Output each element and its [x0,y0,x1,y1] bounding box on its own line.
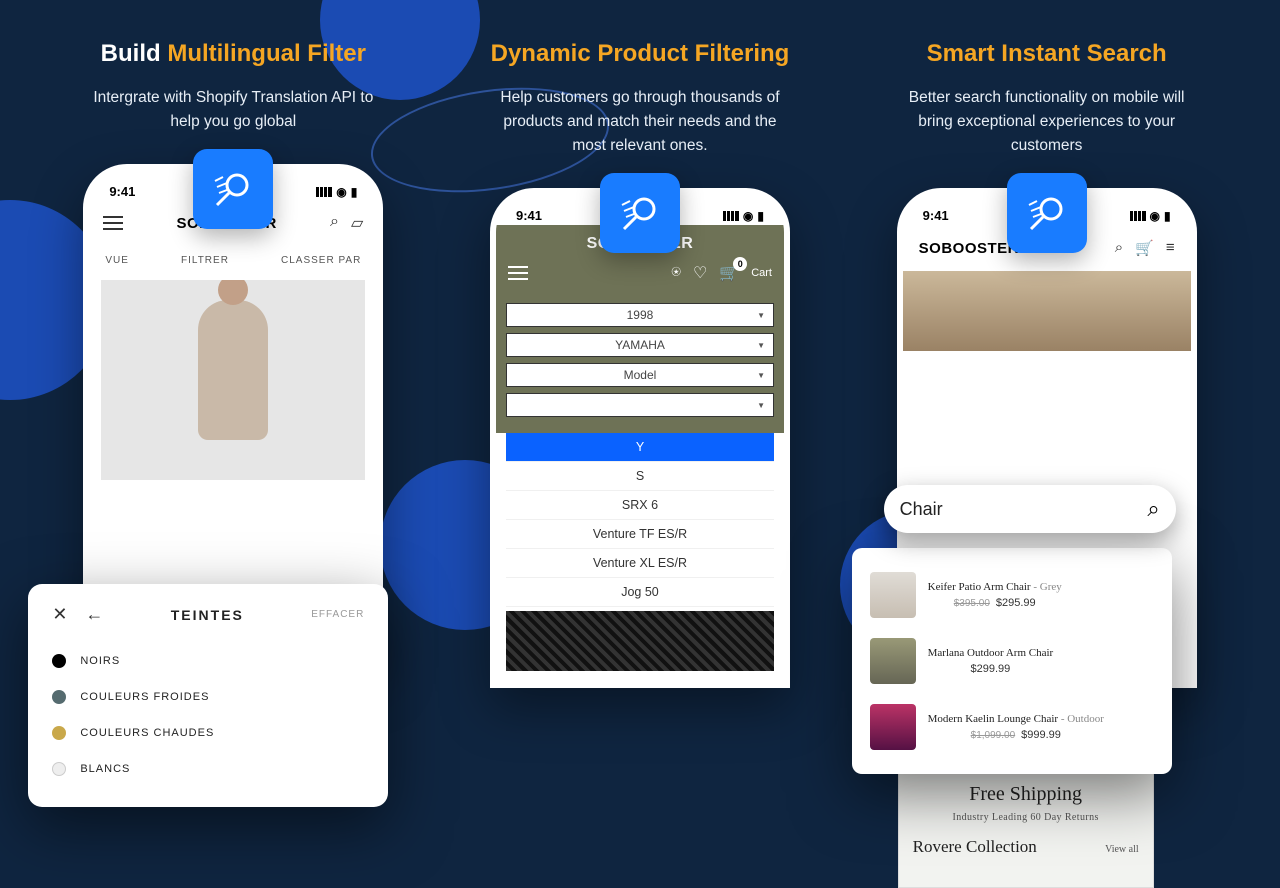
swatch-option[interactable]: NOIRS [52,643,364,679]
promo-banner: Free Shipping Industry Leading 60 Day Re… [898,770,1154,888]
bag-icon[interactable]: ▱ [351,213,363,233]
dropdown-item[interactable]: S [506,462,774,491]
dropdown-item[interactable]: Y [506,433,774,462]
dropdown-item[interactable]: SRX 6 [506,491,774,520]
result-item[interactable]: Marlana Outdoor Arm Chair $299.99 [870,628,1154,694]
search-input[interactable] [900,499,1148,520]
swatch-option[interactable]: COULEURS FROIDES [52,679,364,715]
user-icon[interactable]: ⍟ [671,264,681,282]
feature-title: Dynamic Product Filtering [455,40,825,68]
signal-icon [316,187,332,197]
search-icon[interactable]: ⌕ [1147,496,1159,522]
signal-icon [723,211,739,221]
dropdown-item[interactable]: Venture TF ES/R [506,520,774,549]
battery-icon: ▮ [1164,209,1171,223]
cart-icon[interactable]: 🛒0 [719,263,739,283]
battery-icon: ▮ [757,209,764,223]
wifi-icon: ◉ [1150,209,1160,223]
swatch-option[interactable]: COULEURS CHAUDES [52,715,364,751]
select-make[interactable]: YAMAHA [506,333,774,357]
feature-instant-search: Smart Instant Search Better search funct… [862,40,1232,688]
feature-title: Build Multilingual Filter [48,40,418,68]
select-year[interactable]: 1998 [506,303,774,327]
feature-desc: Intergrate with Shopify Translation API … [78,86,388,134]
app-badge-icon [193,149,273,229]
menu-icon[interactable]: ≡ [1166,239,1175,257]
filter-panel: ✕ ← TEINTES EFFACER NOIRS COULEURS FROID… [28,584,388,807]
result-thumb [870,704,916,750]
select-model[interactable]: Model [506,363,774,387]
feature-multilingual: Build Multilingual Filter Intergrate wit… [48,40,418,688]
tab-filter[interactable]: FILTRER [181,255,229,266]
wifi-icon: ◉ [743,209,753,223]
battery-icon: ▮ [351,185,358,199]
result-item[interactable]: Modern Kaelin Lounge Chair - Outdoor $1,… [870,694,1154,760]
result-thumb [870,638,916,684]
search-icon[interactable]: ⌕ [1115,239,1123,257]
dropdown-item[interactable]: Jog 50 [506,578,774,607]
filter-tabs: VUE FILTRER CLASSER PAR [89,245,377,280]
wifi-icon: ◉ [336,185,346,199]
menu-icon[interactable] [103,222,123,224]
phone-mockup: 9:41 ◉▮ SOBOOSTER ⍟ ♡ 🛒0 Cart [490,188,790,688]
product-image [101,280,365,480]
clear-button[interactable]: EFFACER [311,609,364,620]
collection-title: Rovere Collection [913,837,1037,857]
feature-desc: Help customers go through thousands of p… [485,86,795,158]
result-item[interactable]: Keifer Patio Arm Chair - Grey $395.00$29… [870,562,1154,628]
select-search-input[interactable] [506,393,774,417]
app-badge-icon [600,173,680,253]
app-badge-icon [1007,173,1087,253]
dropdown-list: Y S SRX 6 Venture TF ES/R Venture XL ES/… [506,433,774,607]
swatch-option[interactable]: BLANCS [52,751,364,787]
view-all-link[interactable]: View all [1105,844,1139,855]
tab-view[interactable]: VUE [105,255,129,266]
panel-title: TEINTES [121,607,293,623]
dropdown-item[interactable]: Venture XL ES/R [506,549,774,578]
heart-icon[interactable]: ♡ [693,263,707,283]
feature-title: Smart Instant Search [862,40,1232,68]
back-icon[interactable]: ← [85,604,103,625]
product-image [506,611,774,671]
search-bar[interactable]: ⌕ [884,485,1176,533]
result-thumb [870,572,916,618]
filter-selects: 1998 YAMAHA Model [496,293,784,433]
search-results: Keifer Patio Arm Chair - Grey $395.00$29… [852,548,1172,774]
cart-icon[interactable]: 🛒 [1135,239,1154,257]
feature-dynamic-filter: Dynamic Product Filtering Help customers… [455,40,825,688]
cart-label: Cart [751,267,772,279]
close-icon[interactable]: ✕ [52,604,67,625]
feature-desc: Better search functionality on mobile wi… [892,86,1202,158]
signal-icon [1130,211,1146,221]
tab-sort[interactable]: CLASSER PAR [281,255,361,266]
menu-icon[interactable] [508,272,528,274]
hero-image [903,271,1191,351]
brand-logo: SOBOOSTER [919,240,1019,257]
search-icon[interactable]: ⌕ [330,213,339,233]
